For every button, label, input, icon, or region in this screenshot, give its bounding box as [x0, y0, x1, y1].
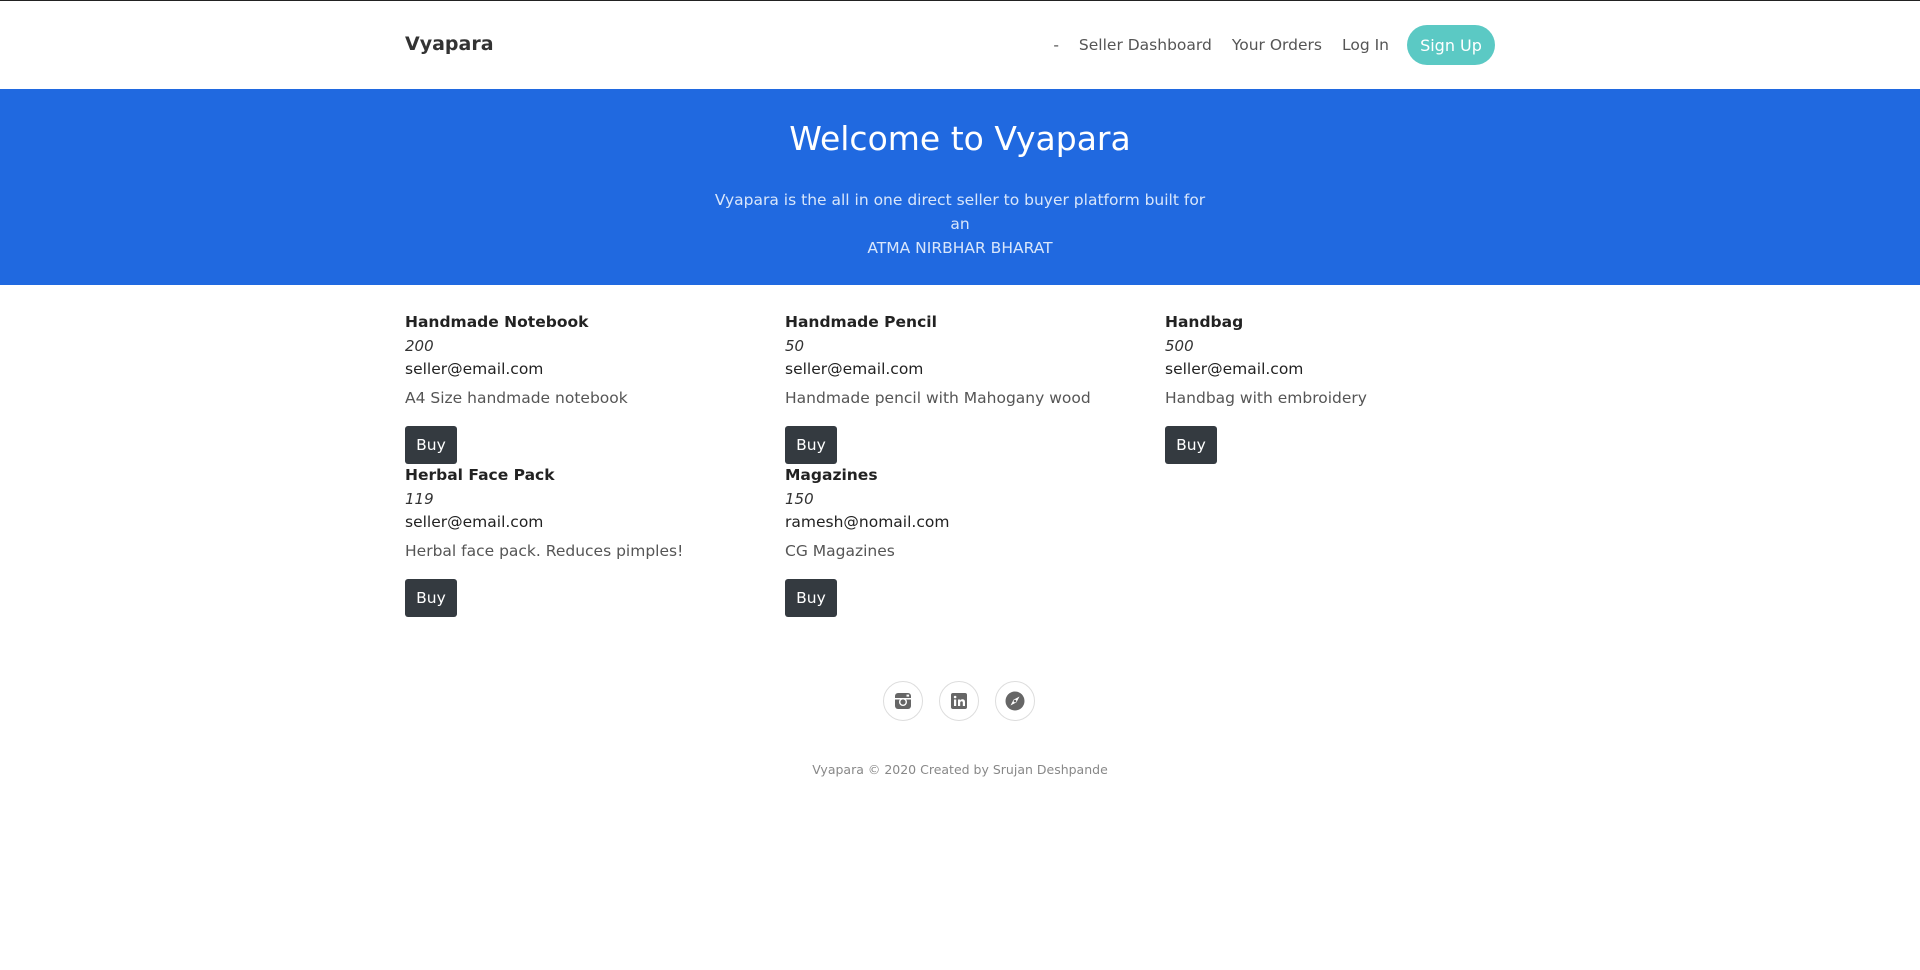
navbar: Vyapara - Seller Dashboard Your Orders L…: [0, 1, 1920, 89]
product-seller: seller@email.com: [405, 360, 544, 378]
brand-logo[interactable]: Vyapara: [405, 33, 494, 55]
hero-banner: Welcome to Vyapara Vyapara is the all in…: [0, 89, 1920, 285]
buy-button[interactable]: Buy: [405, 426, 457, 464]
nav-links: - Seller Dashboard Your Orders Log In Si…: [1053, 25, 1495, 65]
product-name: Handmade Notebook: [405, 313, 589, 331]
nav-seller-dashboard[interactable]: Seller Dashboard: [1079, 25, 1212, 65]
hero-title: Welcome to Vyapara: [789, 119, 1131, 158]
product-price: 50: [785, 337, 805, 355]
product-description: CG Magazines: [785, 542, 895, 560]
instagram-link[interactable]: [883, 681, 923, 721]
product-card: Herbal Face Pack 119 seller@email.com He…: [405, 463, 765, 617]
nav-log-in[interactable]: Log In: [1342, 25, 1389, 65]
product-price: 119: [405, 490, 434, 508]
product-seller: seller@email.com: [405, 513, 544, 531]
linkedin-icon: [951, 693, 967, 709]
product-description: Herbal face pack. Reduces pimples!: [405, 542, 684, 560]
buy-button[interactable]: Buy: [405, 579, 457, 617]
product-card: Handmade Pencil 50 seller@email.com Hand…: [785, 310, 1145, 464]
nav-your-orders[interactable]: Your Orders: [1232, 25, 1322, 65]
product-price: 150: [785, 490, 814, 508]
product-name: Magazines: [785, 466, 878, 484]
product-name: Herbal Face Pack: [405, 466, 555, 484]
product-seller: seller@email.com: [1165, 360, 1304, 378]
buy-button[interactable]: Buy: [785, 579, 837, 617]
product-price: 500: [1165, 337, 1194, 355]
product-card: Handbag 500 seller@email.com Handbag wit…: [1165, 310, 1525, 464]
buy-button[interactable]: Buy: [1165, 426, 1217, 464]
sign-up-button[interactable]: Sign Up: [1407, 25, 1495, 65]
compass-icon: [1005, 691, 1025, 711]
product-name: Handbag: [1165, 313, 1244, 331]
product-name: Handmade Pencil: [785, 313, 937, 331]
product-description: Handbag with embroidery: [1165, 389, 1367, 407]
instagram-icon: [895, 693, 911, 709]
copyright-text: Vyapara © 2020 Created by Srujan Deshpan…: [812, 762, 1108, 777]
product-description: A4 Size handmade notebook: [405, 389, 628, 407]
product-description: Handmade pencil with Mahogany wood: [785, 389, 1091, 407]
hero-subtitle-line1: Vyapara is the all in one direct seller …: [714, 191, 1206, 233]
product-seller: ramesh@nomail.com: [785, 513, 950, 531]
hero-subtitle: Vyapara is the all in one direct seller …: [710, 188, 1210, 260]
nav-dash[interactable]: -: [1053, 25, 1059, 65]
product-card: Magazines 150 ramesh@nomail.com CG Magaz…: [785, 463, 1145, 617]
product-card: Handmade Notebook 200 seller@email.com A…: [405, 310, 765, 464]
hero-subtitle-line2: ATMA NIRBHAR BHARAT: [867, 239, 1053, 257]
compass-link[interactable]: [995, 681, 1035, 721]
linkedin-link[interactable]: [939, 681, 979, 721]
product-price: 200: [405, 337, 434, 355]
buy-button[interactable]: Buy: [785, 426, 837, 464]
product-seller: seller@email.com: [785, 360, 924, 378]
